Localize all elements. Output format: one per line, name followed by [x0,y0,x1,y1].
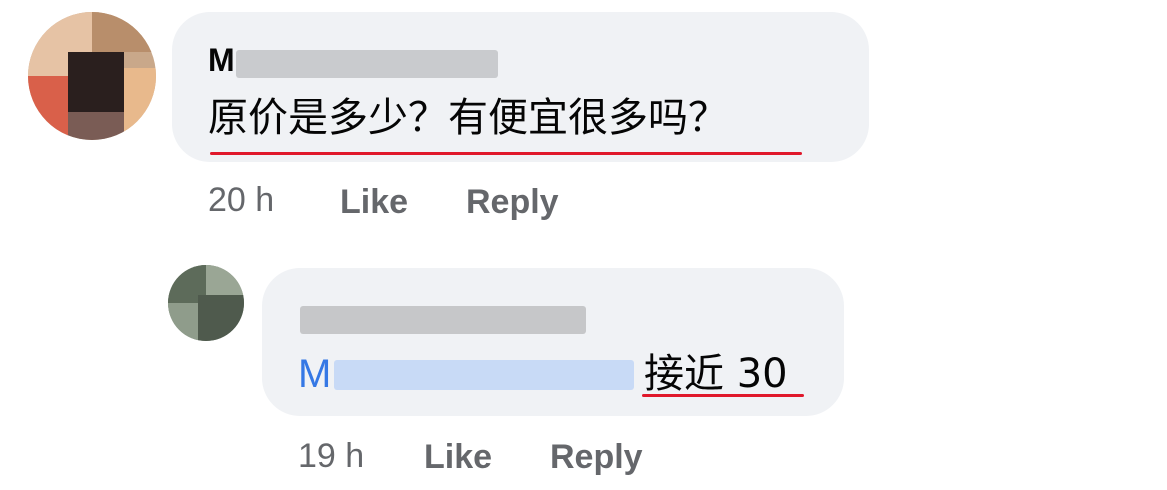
avatar[interactable] [168,265,244,341]
comment-text: 原价是多少？有便宜很多吗？ [208,95,728,141]
reply-text: 接近 30 [644,351,788,397]
blurred-author-name [236,50,498,78]
blurred-mention-name[interactable] [334,360,634,390]
comment-bubble: M 原价是多少？有便宜很多吗？ [172,12,869,162]
like-button[interactable]: Like [340,182,408,222]
reply-time[interactable]: 19 h [298,436,364,476]
text-underline [210,152,802,155]
author-name[interactable]: M [208,42,235,78]
mention-link[interactable]: M [298,350,331,398]
comment-time[interactable]: 20 h [208,180,274,220]
text-underline [642,394,804,397]
avatar[interactable] [28,12,156,140]
like-button[interactable]: Like [424,437,492,477]
blurred-author-name[interactable] [300,306,586,334]
reply-button[interactable]: Reply [466,182,559,222]
reply-button[interactable]: Reply [550,437,643,477]
reply-bubble: M 接近 30 [262,268,844,416]
